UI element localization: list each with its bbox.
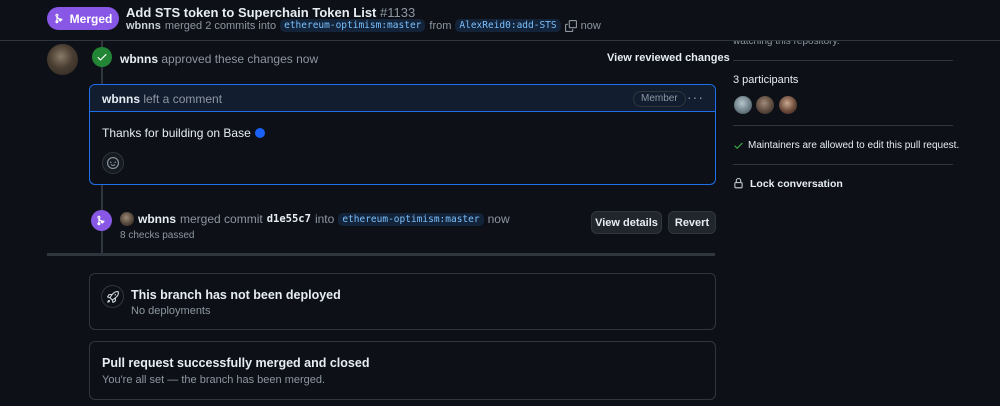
- pr-merged-text: merged 2 commits into: [164, 19, 277, 32]
- checks-status[interactable]: 8 checks passed: [120, 230, 195, 241]
- merge-time: now: [487, 212, 510, 226]
- pr-subtitle: wbnns merged 2 commits into ethereum-opt…: [126, 19, 601, 32]
- copy-icon[interactable]: [564, 19, 577, 32]
- view-reviewed-changes-button[interactable]: View reviewed changes: [607, 52, 730, 64]
- merge-icon: [55, 13, 63, 24]
- smiley-icon: [107, 157, 119, 169]
- merge-target-branch[interactable]: ethereum-optimism:master: [338, 212, 484, 226]
- merge-action: merged commit: [180, 212, 263, 226]
- comment-header: wbnns left a comment Member ···: [90, 85, 715, 112]
- rocket-icon: [101, 285, 124, 308]
- participant-avatar[interactable]: [733, 95, 753, 115]
- comment-author[interactable]: wbnns: [102, 92, 140, 106]
- check-icon: [734, 142, 743, 149]
- member-badge: Member: [633, 91, 686, 107]
- comment-menu-icon[interactable]: ···: [687, 89, 704, 105]
- lock-conversation-button[interactable]: Lock conversation: [750, 178, 843, 190]
- revert-button[interactable]: Revert: [668, 211, 716, 234]
- comment-body: Thanks for building on Base: [102, 126, 265, 140]
- sidebar-divider: [733, 60, 953, 61]
- merge-event: wbnns merged commit d1e55c7 into ethereu…: [138, 212, 510, 226]
- comment-author-line: wbnns left a comment: [102, 92, 222, 106]
- review-comment: wbnns left a comment Member ··· Thanks f…: [89, 84, 716, 185]
- sidebar-divider: [733, 164, 953, 165]
- pr-title-text: Add STS token to Superchain Token List: [126, 5, 377, 20]
- add-reaction-button[interactable]: [102, 152, 124, 174]
- head-branch-link[interactable]: AlexReid0:add-STS: [455, 19, 561, 32]
- merged-state-badge: Merged: [47, 7, 119, 30]
- pr-title: Add STS token to Superchain Token List #…: [126, 5, 415, 20]
- pr-author-link[interactable]: wbnns: [126, 20, 161, 32]
- sidebar-divider: [733, 125, 953, 126]
- timeline-end-divider: [47, 253, 715, 256]
- pr-from-text: from: [429, 19, 452, 32]
- merged-event-icon: [91, 210, 112, 231]
- comment-text: Thanks for building on Base: [102, 126, 251, 140]
- maintainers-edit-text: Maintainers are allowed to edit this pul…: [748, 140, 960, 151]
- pr-sticky-header: Merged Add STS token to Superchain Token…: [0, 0, 1000, 41]
- merged-status-subtitle: You're all set — the branch has been mer…: [102, 374, 326, 386]
- participant-avatar[interactable]: [755, 95, 775, 115]
- participant-avatar[interactable]: [778, 95, 798, 115]
- base-branch-link[interactable]: ethereum-optimism:master: [280, 19, 426, 32]
- base-logo-icon: [254, 128, 265, 138]
- reviewer-avatar[interactable]: [47, 44, 78, 75]
- merged-status-card: Pull request successfully merged and clo…: [89, 341, 716, 400]
- review-action: approved these changes now: [161, 52, 319, 66]
- merger-avatar[interactable]: [120, 212, 134, 226]
- participants-label: 3 participants: [733, 74, 799, 86]
- merger-name[interactable]: wbnns: [138, 212, 176, 226]
- pr-time: now: [580, 19, 601, 32]
- view-details-button[interactable]: View details: [591, 211, 662, 234]
- commit-sha-link[interactable]: d1e55c7: [267, 213, 311, 225]
- deployment-card: This branch has not been deployed No dep…: [89, 273, 716, 330]
- merged-status-title: Pull request successfully merged and clo…: [102, 356, 370, 370]
- review-event: wbnns approved these changes now: [120, 52, 318, 66]
- lock-icon: [734, 178, 743, 189]
- reviewer-name[interactable]: wbnns: [120, 52, 158, 66]
- pr-number: #1133: [380, 5, 416, 20]
- merged-state-label: Merged: [69, 11, 113, 26]
- deployment-subtitle: No deployments: [131, 305, 211, 317]
- deployment-title: This branch has not been deployed: [131, 288, 341, 302]
- comment-action: left a comment: [143, 92, 223, 106]
- approved-check-icon: [92, 47, 112, 67]
- merge-into-text: into: [314, 212, 335, 226]
